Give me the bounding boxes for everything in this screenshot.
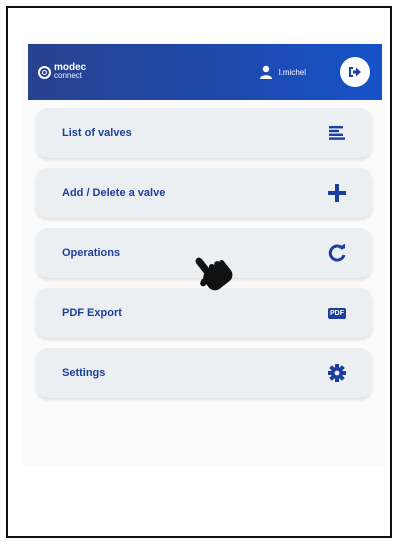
menu-item-settings[interactable]: Settings — [36, 348, 372, 398]
user-info: l.michel — [259, 65, 306, 79]
menu-item-label: PDF Export — [62, 307, 122, 319]
logout-icon — [349, 67, 361, 77]
menu-item-label: Add / Delete a valve — [62, 187, 166, 199]
pdf-badge: PDF — [328, 307, 346, 319]
refresh-icon — [326, 242, 348, 264]
app-header: modec connect l.michel — [28, 44, 382, 100]
logout-button[interactable] — [340, 57, 370, 87]
user-icon — [259, 65, 272, 79]
menu-item-list-of-valves[interactable]: List of valves — [36, 108, 372, 158]
hand-pointer-icon — [188, 252, 238, 303]
logo-sub: connect — [54, 71, 83, 80]
menu-item-label: List of valves — [62, 127, 132, 139]
menu-item-add-delete-valve[interactable]: Add / Delete a valve — [36, 168, 372, 218]
menu-item-label: Operations — [62, 247, 121, 259]
logo-mark-icon — [38, 65, 51, 79]
gear-icon — [326, 362, 348, 384]
username: l.michel — [278, 67, 306, 77]
plus-icon — [326, 182, 348, 204]
list-icon — [326, 122, 348, 144]
menu-item-label: Settings — [62, 367, 106, 379]
pdf-icon: PDF — [326, 302, 348, 324]
modec-connect-logo: modec connect — [38, 63, 86, 80]
